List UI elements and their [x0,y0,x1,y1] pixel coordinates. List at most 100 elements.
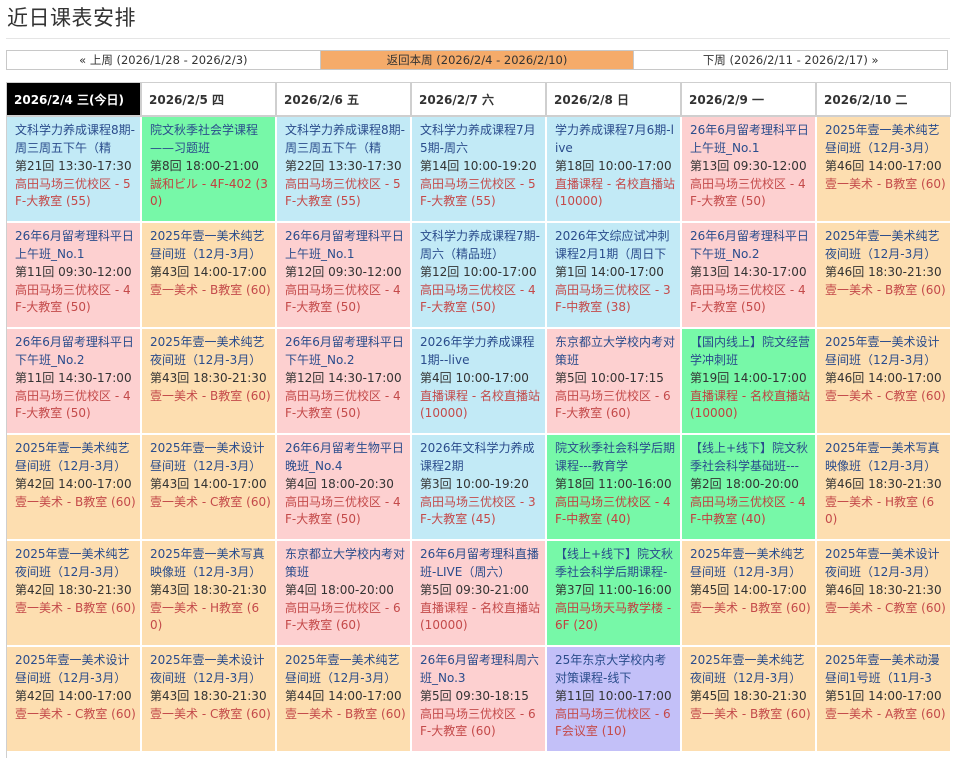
class-cell[interactable]: 2026年文综应试冲刺课程2月1期（周日下 第1回 14:00-17:00 高田马场… [547,223,682,329]
course-name-link[interactable]: 26年6月留考理科平日上午班_No.1 [690,122,811,157]
class-cell[interactable]: 25年东京大学校内考对策课程-线下 第11回 10:00-17:00 高田马场三优校… [547,647,682,753]
venue-info: 高田马场三优校区 - 6F会议室 (10) [555,706,671,739]
course-name-link[interactable]: 26年6月留考理科平日上午班_No.1 [285,228,406,263]
page-title: 近日课表安排 [7,6,136,30]
class-cell[interactable]: 2025年壹一美术纯艺夜间班（12月-3月） 第46回 18:30-21:30 壹一… [817,223,951,329]
course-name-link[interactable]: 2025年壹一美术设计夜间班（12月-3月） [150,652,271,687]
course-name-link[interactable]: 【线上+线下】院文秋季社会科学后期课程- [555,546,676,581]
class-cell[interactable]: 2025年壹一美术写真映像班（12月-3月） 第43回 18:30-21:30 壹一… [142,541,277,647]
class-cell[interactable]: 学力养成课程7月6期-live 第18回 10:00-17:00 直播课程 - 名校… [547,117,682,223]
course-name-link[interactable]: 文科学力养成课程7期-周六（精品班） [420,228,541,263]
course-name-link[interactable]: 【国内线上】院文经营学冲刺班 [690,334,811,369]
class-cell[interactable]: 2025年壹一美术纯艺夜间班（12月-3月） 第45回 18:30-21:30 壹一… [682,647,817,753]
course-name-link[interactable]: 【线上+线下】院文秋季社会科学基础班--- [690,440,811,475]
class-cell[interactable]: 【国内线上】院文经营学冲刺班 第19回 14:00-17:00 直播课程 - 名校直… [682,329,817,435]
class-cell[interactable]: 2025年壹一美术设计昼间班（12月-3月） 第43回 14:00-17:00 壹一… [142,435,277,541]
course-name-link[interactable]: 25年东京大学校内考对策课程-线下 [555,652,676,687]
class-cell[interactable]: 26年6月留考理科平日下午班_No.2 第11回 14:30-17:00 高田马场三… [7,329,142,435]
venue-info: 壹一美术 - H教室 (60) [825,494,935,527]
course-name-link[interactable]: 2025年壹一美术纯艺夜间班（12月-3月） [690,652,811,687]
class-cell[interactable]: 2025年壹一美术纯艺昼间班（12月-3月） 第45回 14:00-17:00 壹一… [682,541,817,647]
course-name-link[interactable]: 2025年壹一美术纯艺夜间班（12月-3月） [15,546,136,581]
class-cell[interactable]: 26年6月留考理科周六班_No.3 第5回 09:30-18:15 高田马场三优校区… [412,647,547,753]
venue-info: 高田马场三优校区 - 4F-大教室 (50) [285,282,401,315]
course-name-link[interactable]: 2025年壹一美术写真映像班（12月-3月） [150,546,271,581]
class-cell[interactable]: 26年6月留考理科平日下午班_No.2 第13回 14:30-17:00 高田马场三… [682,223,817,329]
class-cell[interactable]: 文科学力养成课程7期-周六（精品班） 第12回 10:00-17:00 高田马场三优… [412,223,547,329]
class-cell[interactable]: 2025年壹一美术纯艺昼间班（12月-3月） 第42回 14:00-17:00 壹一… [7,435,142,541]
day-header: 2026/2/9 一 [682,83,817,117]
current-week-link[interactable]: 返回本周 (2026/2/4 - 2026/2/10) [320,51,635,69]
course-name-link[interactable]: 2025年壹一美术设计昼间班（12月-3月） [15,652,136,687]
class-cell[interactable]: 26年6月留考生物平日晚班_No.4 第4回 18:00-20:30 高田马场三优校… [277,435,412,541]
class-cell[interactable]: 2025年壹一美术设计昼间班（12月-3月） 第46回 14:00-17:00 壹一… [817,329,951,435]
class-cell[interactable]: 2025年壹一美术纯艺昼间班（12月-3月） 第44回 14:00-17:00 壹一… [277,647,412,753]
title-divider [6,38,950,39]
class-cell[interactable]: 26年6月留考理科平日上午班_No.1 第11回 09:30-12:00 高田马场三… [7,223,142,329]
day-column: 2026/2/6 五文科学力养成课程8期-周三周五下午（精 第22回 13:30-… [277,83,412,758]
course-name-link[interactable]: 26年6月留考理科周六班_No.3 [420,652,541,687]
class-cell[interactable]: 2025年壹一美术设计昼间班（12月-3月） 第42回 14:00-17:00 壹一… [7,647,142,753]
next-week-link[interactable]: 下周 (2026/2/11 - 2026/2/17) » [634,51,948,69]
course-name-link[interactable]: 2025年壹一美术设计昼间班（12月-3月） [150,440,271,475]
course-name-link[interactable]: 学力养成课程7月6期-live [555,122,676,157]
course-name-link[interactable]: 2026年文科学力养成课程2期 [420,440,541,475]
course-name-link[interactable]: 2025年壹一美术纯艺夜间班（12月-3月） [825,228,946,263]
session-time: 第46回 14:00-17:00 [825,159,942,173]
course-name-link[interactable]: 2025年壹一美术设计昼间班（12月-3月） [825,334,946,369]
course-name-link[interactable]: 文科学力养成课程8期-周三周五下午（精 [285,122,406,157]
class-cell[interactable]: 东京都立大学校内考对策班 第5回 10:00-17:15 高田马场三优校区 - 6F… [547,329,682,435]
course-name-link[interactable]: 院文秋季社会科学后期课程---教育学 [555,440,676,475]
class-cell[interactable]: 2025年壹一美术纯艺夜间班（12月-3月） 第42回 18:30-21:30 壹一… [7,541,142,647]
course-name-link[interactable]: 文科学力养成课程8期-周三周五下午（精 [15,122,136,157]
class-cell[interactable]: 院文秋季社会学课程——习题班 第8回 18:00-21:00 誠和ビル - 4F-4… [142,117,277,223]
session-time: 第45回 18:30-21:30 [690,689,807,703]
course-name-link[interactable]: 东京都立大学校内考对策班 [285,546,406,581]
course-name-link[interactable]: 2026年文综应试冲刺课程2月1期（周日下 [555,228,676,263]
class-cell[interactable]: 2026年文科学力养成课程2期 第3回 10:00-19:20 高田马场三优校区 -… [412,435,547,541]
class-cell[interactable]: 2025年壹一美术纯艺昼间班（12月-3月） 第43回 14:00-17:00 壹一… [142,223,277,329]
class-cell[interactable]: 院文秋季社会科学后期课程---教育学 第18回 11:00-16:00 高田马场三优… [547,435,682,541]
class-cell[interactable]: 2026年学力养成课程1期--live 第4回 10:00-17:00 直播课程 -… [412,329,547,435]
course-name-link[interactable]: 2025年壹一美术纯艺昼间班（12月-3月） [825,122,946,157]
class-cell[interactable]: 2025年壹一美术动漫昼间1号班（11月-3 第51回 14:00-17:00 壹一… [817,647,951,753]
venue-info: 壹一美术 - H教室 (60) [150,600,260,633]
course-name-link[interactable]: 2026年学力养成课程1期--live [420,334,541,369]
class-cell[interactable]: 【线上+线下】院文秋季社会科学基础班--- 第2回 18:00-20:00 高田马场… [682,435,817,541]
prev-week-link[interactable]: « 上周 (2026/1/28 - 2026/2/3) [7,51,321,69]
course-name-link[interactable]: 2025年壹一美术纯艺昼间班（12月-3月） [285,652,406,687]
course-name-link[interactable]: 2025年壹一美术纯艺夜间班（12月-3月） [150,334,271,369]
course-name-link[interactable]: 东京都立大学校内考对策班 [555,334,676,369]
course-name-link[interactable]: 26年6月留考理科平日下午班_No.2 [690,228,811,263]
class-cell[interactable]: 26年6月留考理科平日上午班_No.1 第13回 09:30-12:00 高田马场三… [682,117,817,223]
session-time: 第43回 18:30-21:30 [150,371,267,385]
course-name-link[interactable]: 2025年壹一美术纯艺昼间班（12月-3月） [150,228,271,263]
course-name-link[interactable]: 26年6月留考理科平日下午班_No.2 [285,334,406,369]
venue-info: 高田马场三优校区 - 4F-中教室 (40) [690,494,806,527]
course-name-link[interactable]: 26年6月留考理科平日下午班_No.2 [15,334,136,369]
course-name-link[interactable]: 文科学力养成课程7月5期-周六 [420,122,541,157]
course-name-link[interactable]: 院文秋季社会学课程——习题班 [150,122,271,157]
class-cell[interactable]: 26年6月留考理科平日上午班_No.1 第12回 09:30-12:00 高田马场三… [277,223,412,329]
venue-info: 壹一美术 - A教室 (60) [825,706,946,721]
class-cell[interactable]: 文科学力养成课程8期-周三周五下午（精 第22回 13:30-17:30 高田马场三… [277,117,412,223]
class-cell[interactable]: 26年6月留考理科平日下午班_No.2 第12回 14:30-17:00 高田马场三… [277,329,412,435]
class-cell[interactable]: 2025年壹一美术设计夜间班（12月-3月） 第43回 18:30-21:30 壹一… [142,647,277,753]
course-name-link[interactable]: 26年6月留考理科平日上午班_No.1 [15,228,136,263]
class-cell[interactable]: 2025年壹一美术设计夜间班（12月-3月） 第46回 18:30-21:30 壹一… [817,541,951,647]
class-cell[interactable]: 文科学力养成课程7月5期-周六 第14回 10:00-19:20 高田马场三优校区 … [412,117,547,223]
class-cell[interactable]: 【线上+线下】院文秋季社会科学后期课程- 第37回 11:00-16:00 高田马场… [547,541,682,647]
class-cell[interactable]: 2025年壹一美术纯艺夜间班（12月-3月） 第43回 18:30-21:30 壹一… [142,329,277,435]
course-name-link[interactable]: 26年6月留考理科直播班-LIVE（周六） [420,546,541,581]
class-cell[interactable]: 2025年壹一美术写真映像班（12月-3月） 第46回 18:30-21:30 壹一… [817,435,951,541]
course-name-link[interactable]: 2025年壹一美术动漫昼间1号班（11月-3 [825,652,946,687]
class-cell[interactable]: 26年6月留考理科直播班-LIVE（周六） 第5回 09:30-21:00 直播课程… [412,541,547,647]
course-name-link[interactable]: 2025年壹一美术纯艺昼间班（12月-3月） [15,440,136,475]
course-name-link[interactable]: 2025年壹一美术设计夜间班（12月-3月） [825,546,946,581]
course-name-link[interactable]: 2025年壹一美术纯艺昼间班（12月-3月） [690,546,811,581]
class-cell[interactable]: 2025年壹一美术纯艺昼间班（12月-3月） 第46回 14:00-17:00 壹一… [817,117,951,223]
class-cell[interactable]: 东京都立大学校内考对策班 第4回 18:00-20:00 高田马场三优校区 - 6F… [277,541,412,647]
course-name-link[interactable]: 2025年壹一美术写真映像班（12月-3月） [825,440,946,475]
course-name-link[interactable]: 26年6月留考生物平日晚班_No.4 [285,440,406,475]
class-cell[interactable]: 文科学力养成课程8期-周三周五下午（精 第21回 13:30-17:30 高田马场三… [7,117,142,223]
